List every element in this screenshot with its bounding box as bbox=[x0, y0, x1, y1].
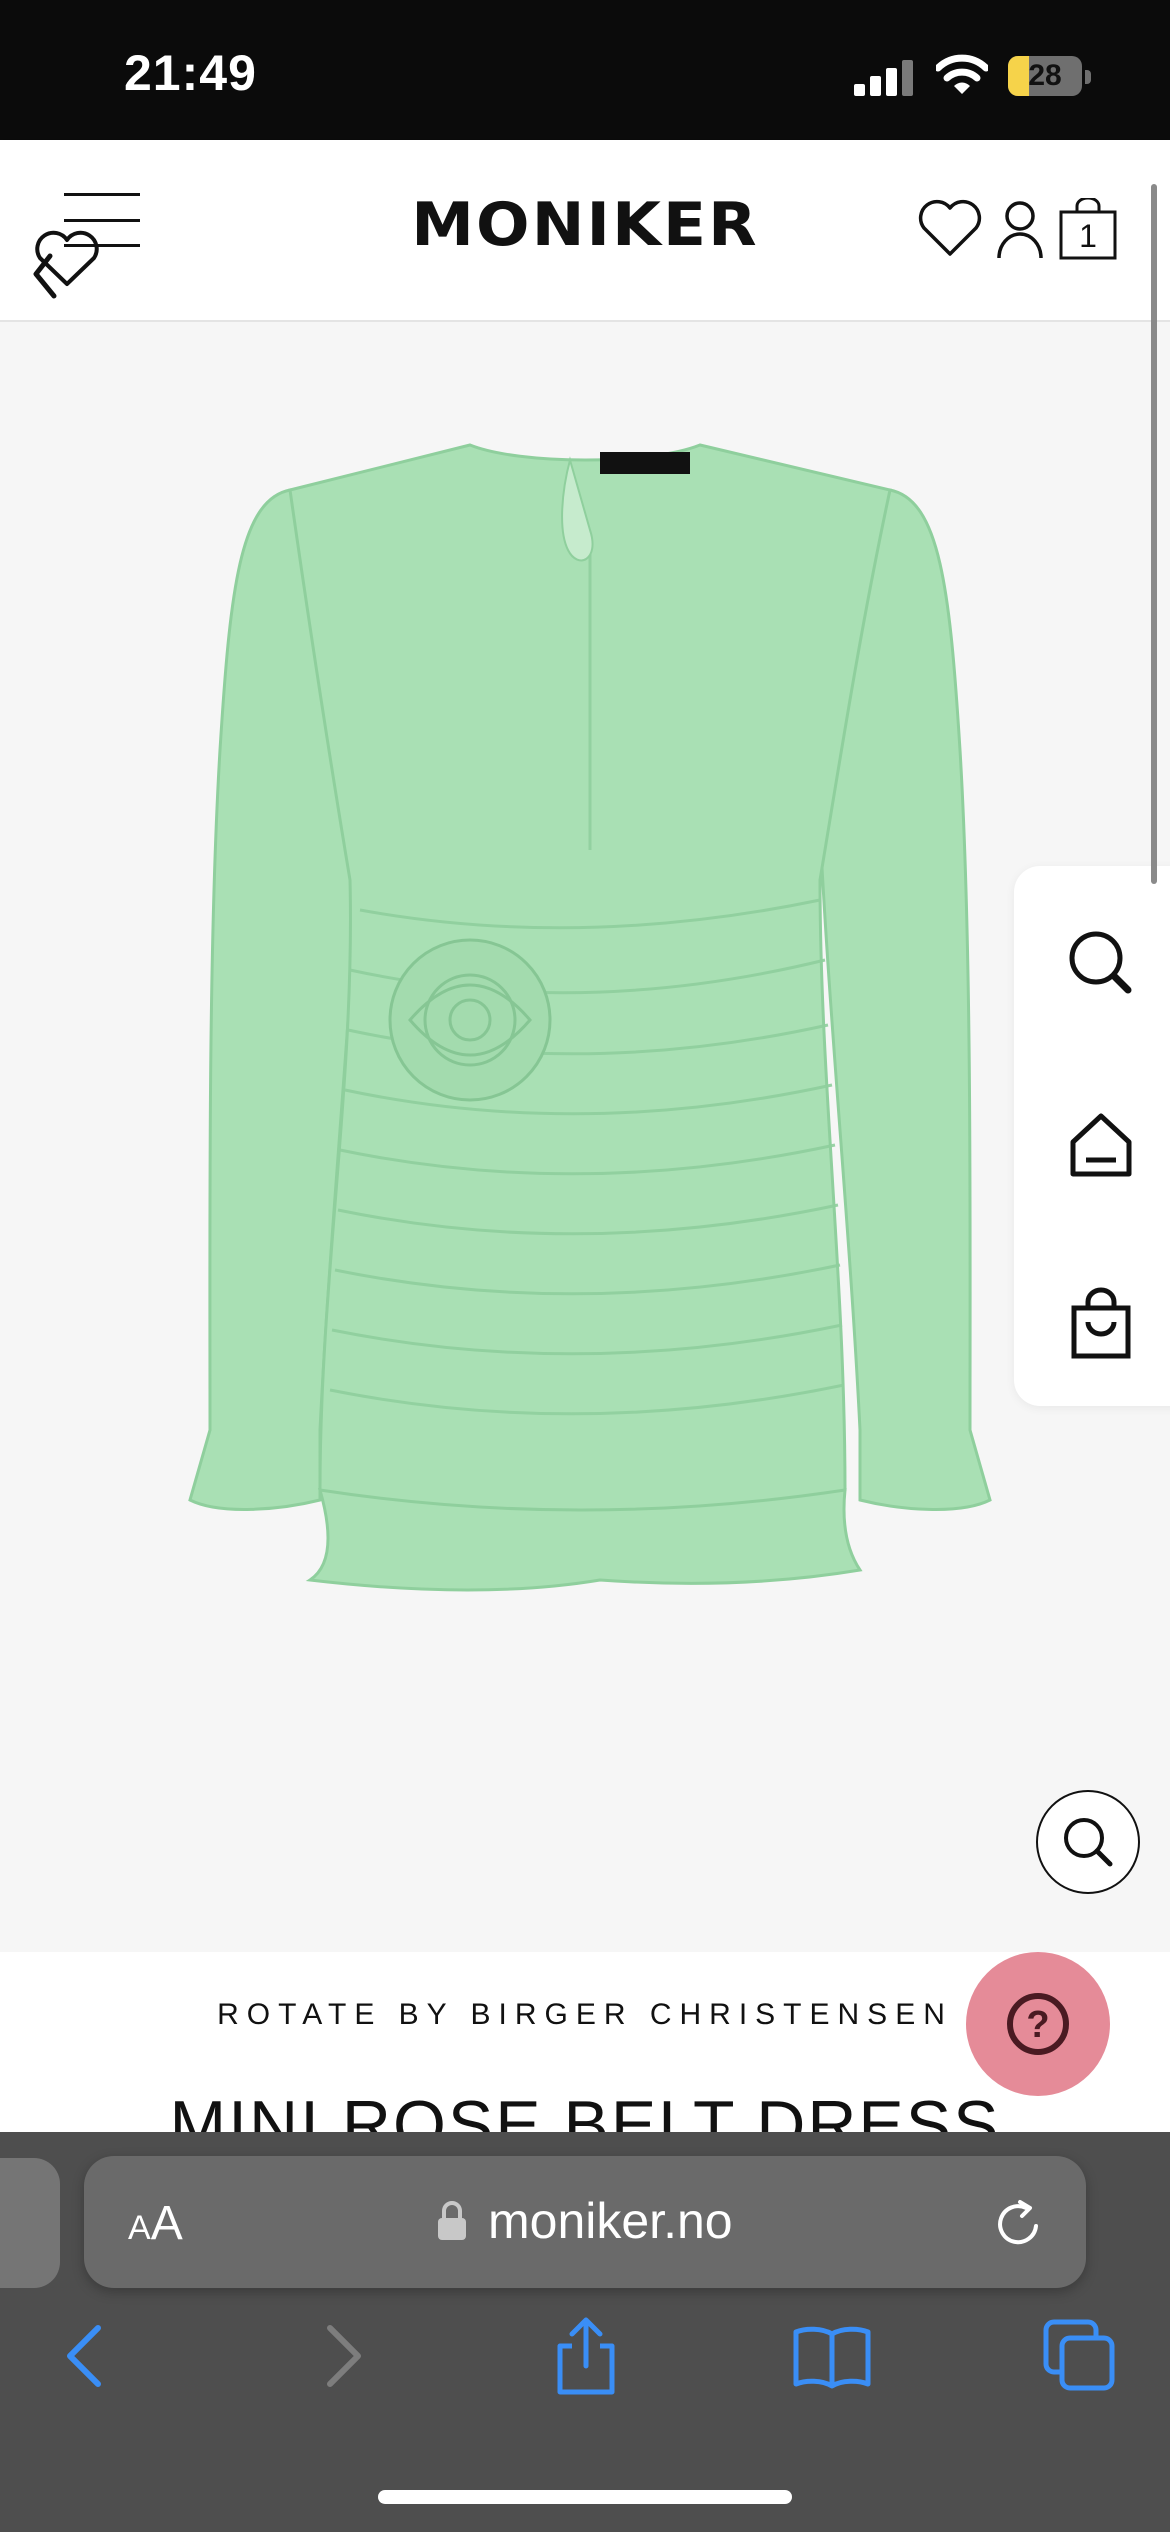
reader-aa-button[interactable]: AA bbox=[128, 2196, 183, 2251]
heart-icon[interactable] bbox=[918, 198, 982, 260]
question-icon: ? bbox=[1007, 1993, 1069, 2055]
home-indicator bbox=[378, 2490, 792, 2504]
signal-icon bbox=[854, 58, 914, 96]
zoom-button[interactable] bbox=[1036, 1790, 1140, 1894]
scroll-indicator[interactable] bbox=[1151, 184, 1157, 884]
battery-cap bbox=[1085, 70, 1091, 84]
wifi-icon bbox=[936, 54, 988, 94]
search-icon[interactable] bbox=[1046, 908, 1156, 1018]
product-dress-image bbox=[188, 443, 992, 1592]
bag-icon[interactable] bbox=[1046, 1270, 1156, 1380]
cart-count: 1 bbox=[1079, 218, 1097, 254]
zoom-icon bbox=[1064, 1818, 1113, 1867]
battery-text: 28 bbox=[1028, 59, 1062, 92]
site-logo[interactable]: MONIKER bbox=[0, 190, 1170, 260]
back-icon[interactable] bbox=[48, 2316, 128, 2396]
user-icon[interactable] bbox=[996, 200, 1044, 260]
status-time: 21:49 bbox=[124, 45, 257, 101]
share-icon[interactable] bbox=[546, 2316, 626, 2396]
reload-icon[interactable] bbox=[990, 2196, 1046, 2252]
bookmarks-icon[interactable] bbox=[792, 2316, 872, 2396]
svg-text:?: ? bbox=[1026, 2004, 1049, 2046]
help-button[interactable]: ? bbox=[966, 1952, 1110, 2096]
tabs-icon[interactable] bbox=[1040, 2316, 1120, 2396]
quick-action-panel bbox=[1014, 866, 1170, 1406]
shopping-bag-icon[interactable]: 1 bbox=[1058, 198, 1118, 260]
previous-tab-preview[interactable] bbox=[0, 2158, 60, 2288]
home-icon[interactable] bbox=[1046, 1090, 1156, 1200]
url-text[interactable]: moniker.no bbox=[488, 2192, 733, 2250]
forward-icon[interactable] bbox=[300, 2316, 380, 2396]
lock-icon bbox=[438, 2201, 466, 2240]
battery-icon: 28 bbox=[1008, 56, 1082, 96]
